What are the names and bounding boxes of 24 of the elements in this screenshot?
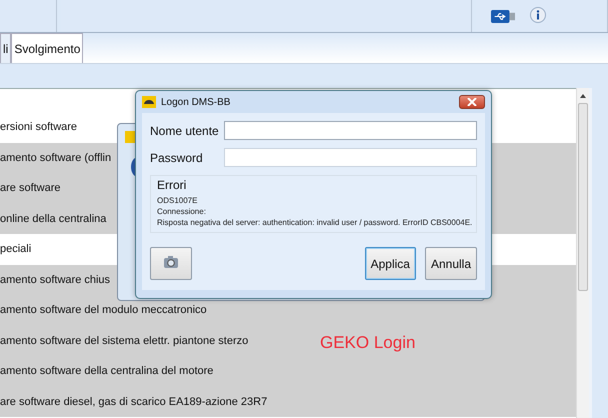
input-field[interactable] xyxy=(224,121,477,140)
camera-icon xyxy=(163,255,179,269)
scrollbar-thumb[interactable] xyxy=(578,103,588,291)
tab[interactable]: li xyxy=(0,33,12,63)
annotation-text: GEKO Login xyxy=(320,333,416,353)
group-title: Errori xyxy=(157,178,188,192)
usb-icon[interactable] xyxy=(491,10,515,22)
field-label: Password xyxy=(150,150,204,164)
dialog-button[interactable]: Applica xyxy=(364,247,416,280)
camera-button[interactable] xyxy=(150,247,192,280)
input-field[interactable] xyxy=(224,148,477,167)
info-icon[interactable] xyxy=(529,7,547,25)
list-item[interactable]: amento software della centralina del motore xyxy=(0,356,576,386)
scrollbar[interactable] xyxy=(576,88,589,418)
error-line: Connessione: xyxy=(157,206,207,217)
list-item[interactable]: are software diesel, gas di scarico EA189-azione 23R7 xyxy=(0,386,576,417)
field-label: Nome utente xyxy=(150,124,220,138)
tab[interactable]: Svolgimento xyxy=(11,33,84,63)
dialog-button[interactable]: Annulla xyxy=(424,247,477,280)
close-button[interactable] xyxy=(459,95,485,109)
close-icon xyxy=(467,98,477,106)
dialog-title: Logon DMS-BB xyxy=(161,96,232,108)
error-line: ODS1007E xyxy=(157,195,198,206)
error-line: Risposta negativa del server: authentication: invalid user / password. ErrorID CBS0004E. xyxy=(157,217,470,228)
